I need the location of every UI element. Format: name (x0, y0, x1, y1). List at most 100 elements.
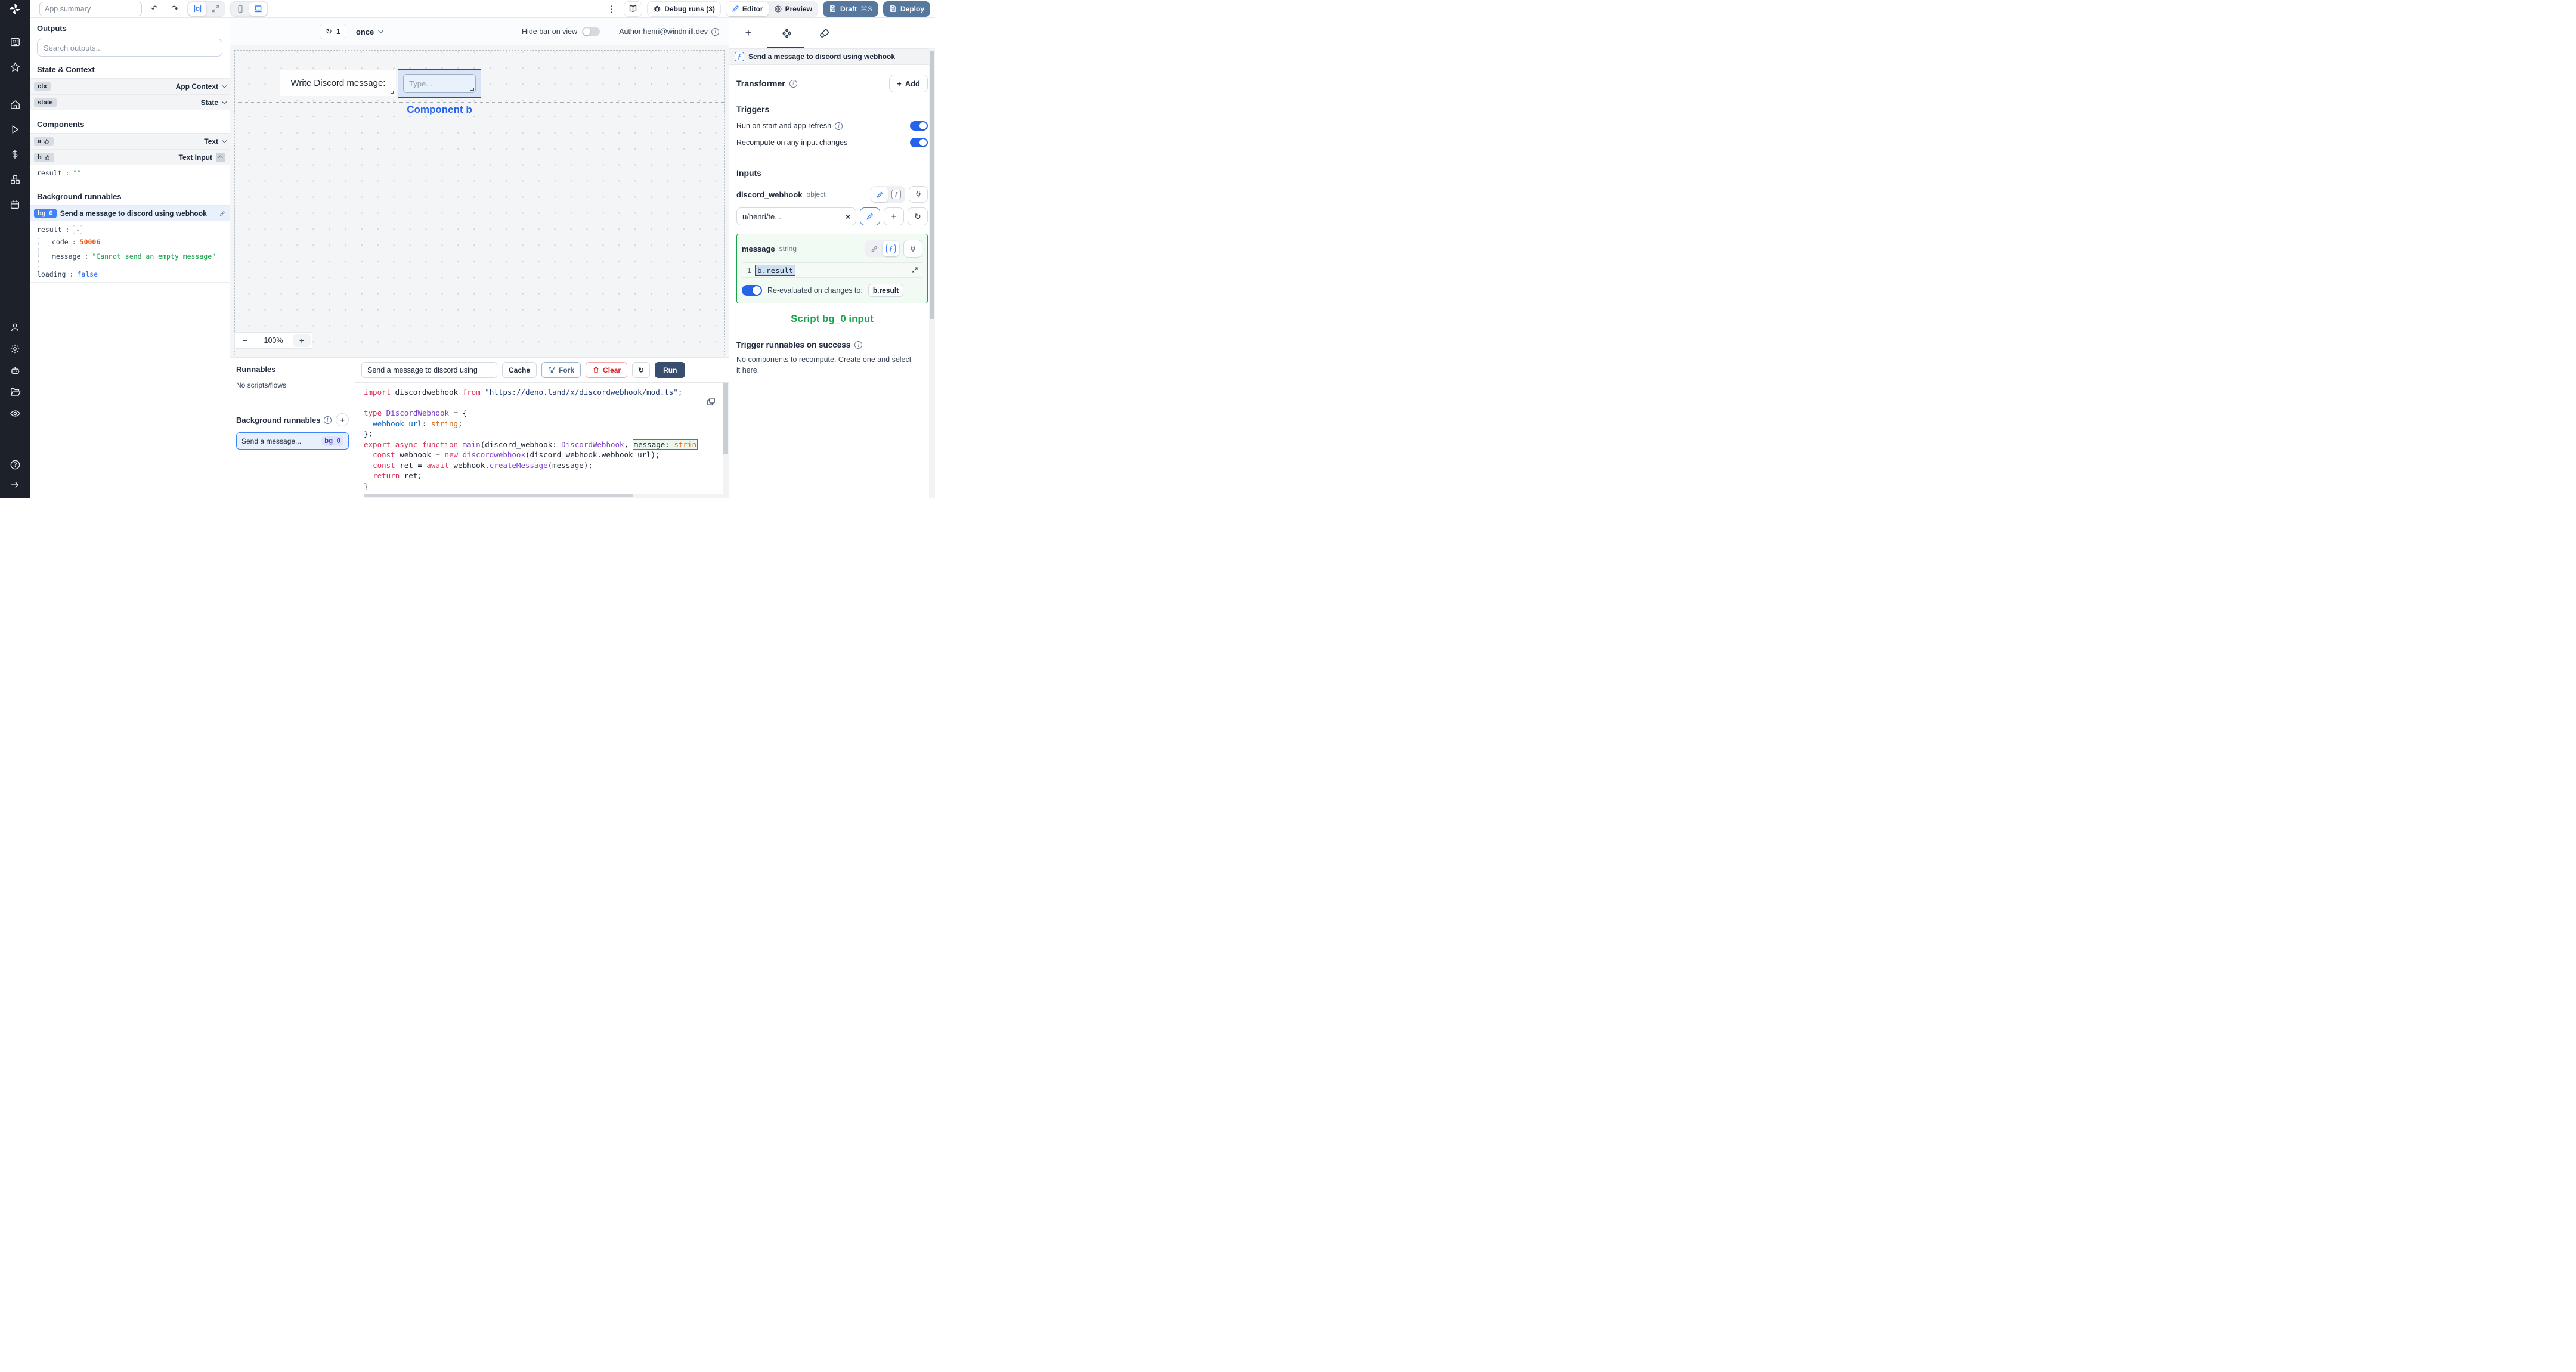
resource-picker[interactable]: u/henri/te... × (736, 207, 856, 225)
code-horizontal-scrollbar[interactable] (364, 494, 723, 498)
schedule-dropdown[interactable]: once (356, 27, 383, 36)
copy-code-icon[interactable] (707, 397, 716, 406)
runs-icon[interactable] (9, 123, 21, 135)
more-menu-button[interactable]: ⋮ (603, 2, 619, 16)
output-row-component-a[interactable]: a Text (30, 133, 230, 149)
folders-icon[interactable] (9, 386, 21, 398)
resize-handle[interactable] (391, 91, 394, 94)
text-input-field[interactable]: Type... (403, 74, 476, 93)
connect-plug-button[interactable] (909, 186, 928, 203)
message-mode-switch: ƒ (865, 240, 900, 257)
result-value: "" (73, 169, 82, 177)
collapse-toggle[interactable] (216, 153, 225, 162)
help-icon[interactable] (9, 459, 21, 470)
eval-mode-button[interactable]: ƒ (888, 187, 905, 202)
settings-gear-icon[interactable] (9, 343, 21, 355)
workspace-icon[interactable] (9, 36, 21, 48)
app-summary-input[interactable] (39, 1, 142, 16)
save-icon (890, 5, 896, 12)
static-mode-button[interactable] (871, 187, 888, 202)
zoom-out-button[interactable]: − (235, 333, 255, 348)
docs-button[interactable] (624, 1, 643, 17)
refresh-resource-button[interactable]: ↻ (908, 207, 928, 225)
expand-editor-icon[interactable] (911, 267, 918, 274)
tab-component-settings[interactable] (781, 27, 792, 39)
app-canvas[interactable]: Write Discord message: Type... Component… (230, 45, 729, 357)
info-icon[interactable]: i (323, 416, 332, 424)
variables-icon[interactable] (9, 148, 21, 160)
cache-button[interactable]: Cache (502, 362, 537, 378)
eval-mode-button[interactable]: ƒ (883, 241, 899, 256)
background-runnable-row[interactable]: bg_0 Send a message to discord using web… (30, 205, 230, 221)
redo-button[interactable]: ↷ (167, 2, 182, 16)
info-icon[interactable]: i (789, 79, 797, 88)
collapse-result-button[interactable]: - (73, 225, 83, 234)
tab-insert-component[interactable]: + (742, 27, 754, 39)
run-on-start-toggle[interactable] (910, 121, 928, 131)
chevron-down-icon[interactable] (222, 99, 227, 104)
hide-bar-toggle[interactable] (582, 27, 600, 36)
debug-runs-button[interactable]: Debug runs (3) (647, 1, 721, 17)
tab-preview[interactable]: Preview (769, 2, 818, 16)
mobile-view-button[interactable] (231, 2, 249, 16)
undo-button[interactable]: ↶ (147, 2, 162, 16)
run-button[interactable]: Run (655, 362, 686, 378)
add-transformer-button[interactable]: + Add (889, 75, 928, 92)
clear-button[interactable]: Clear (586, 362, 628, 378)
discord-webhook-type: object (806, 190, 826, 199)
component-b-badge: b (38, 154, 42, 161)
textinput-component-b-selected[interactable]: Type... (398, 69, 481, 98)
create-resource-button[interactable]: + (884, 207, 904, 225)
reeval-toggle[interactable] (742, 285, 762, 296)
output-row-state[interactable]: state State (30, 94, 230, 110)
edit-pencil-icon[interactable] (219, 210, 225, 216)
static-mode-button[interactable] (866, 241, 883, 256)
expression-editor[interactable]: 1 b.result (742, 262, 922, 278)
schedules-icon[interactable] (9, 199, 21, 210)
reload-code-button[interactable]: ↻ (632, 362, 651, 378)
user-icon[interactable] (9, 321, 21, 333)
clear-resource-icon[interactable]: × (846, 212, 850, 221)
desktop-view-button[interactable] (249, 2, 267, 16)
info-icon[interactable]: i (711, 27, 719, 36)
author-info: Author henri@windmill.dev i (619, 27, 719, 36)
recompute-toggle[interactable] (910, 138, 928, 147)
home-icon[interactable] (9, 98, 21, 110)
resources-icon[interactable] (9, 174, 21, 185)
edit-resource-button[interactable] (860, 207, 880, 225)
tab-editor[interactable]: Editor (726, 1, 769, 16)
text-component-a[interactable]: Write Discord message: (280, 70, 396, 96)
deploy-button[interactable]: Deploy (883, 1, 930, 17)
device-toggle-group (230, 1, 268, 17)
plug-icon (911, 245, 915, 252)
info-icon[interactable]: i (835, 122, 843, 130)
panel-scrollbar[interactable] (929, 48, 935, 498)
code-vertical-scrollbar[interactable] (723, 383, 729, 498)
fullwidth-layout-button[interactable] (206, 2, 224, 16)
fork-label: Fork (559, 366, 575, 374)
collapse-sidebar-icon[interactable] (9, 479, 21, 491)
connect-plug-button[interactable] (903, 240, 922, 258)
reeval-target-chip[interactable]: b.result (868, 284, 904, 297)
resize-handle[interactable] (470, 88, 474, 91)
tab-styling[interactable] (819, 27, 831, 39)
search-outputs-input[interactable] (37, 39, 222, 57)
code-editor[interactable]: import discordwebhook from "https://deno… (355, 382, 729, 498)
info-icon[interactable]: i (854, 341, 863, 349)
windmill-logo[interactable] (0, 0, 30, 18)
zoom-in-button[interactable]: + (293, 334, 311, 347)
output-row-ctx[interactable]: ctx App Context (30, 78, 230, 94)
workers-robot-icon[interactable] (9, 364, 21, 376)
chevron-down-icon[interactable] (222, 83, 227, 88)
favorites-icon[interactable] (9, 61, 21, 73)
refresh-count-button[interactable]: ↻ 1 (320, 24, 346, 39)
draft-button[interactable]: Draft ⌘S (822, 1, 878, 17)
audit-eye-icon[interactable] (9, 407, 21, 419)
output-row-component-b[interactable]: b Text Input (30, 149, 230, 165)
runnable-item-bg0[interactable]: Send a message... bg_0 (236, 432, 349, 450)
runnable-name-input[interactable] (361, 362, 497, 378)
center-layout-button[interactable] (188, 2, 206, 16)
chevron-down-icon[interactable] (222, 138, 227, 143)
fork-button[interactable]: Fork (541, 362, 581, 378)
add-background-runnable-button[interactable]: + (336, 413, 349, 426)
